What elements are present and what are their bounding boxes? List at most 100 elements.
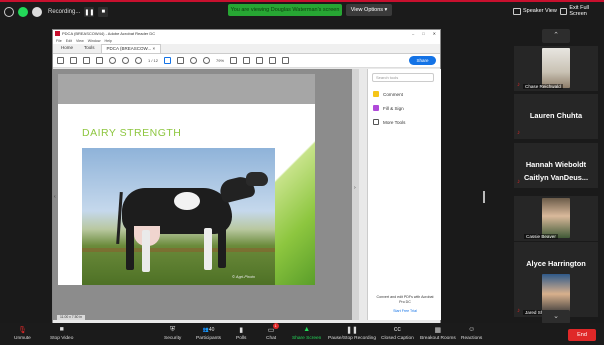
pause-recording-button[interactable]: ❚❚ bbox=[84, 7, 94, 17]
closed-caption-button[interactable]: cc Closed Caption bbox=[381, 325, 414, 345]
view-options-button[interactable]: View Options ▾ bbox=[346, 4, 392, 16]
tab-document[interactable]: PDCA (BREASCOW... × bbox=[100, 44, 162, 53]
slide-title: DAIRY STRENGTH bbox=[82, 127, 182, 139]
chat-button[interactable]: ▭ 1 Chat bbox=[266, 323, 279, 345]
participant-tile[interactable]: Lauren Chuhta ♪ bbox=[514, 94, 598, 139]
polls-icon: ▮ bbox=[239, 326, 244, 334]
fit-page-icon[interactable] bbox=[230, 57, 238, 64]
save-icon[interactable] bbox=[57, 57, 64, 64]
share-button[interactable]: Share bbox=[409, 56, 436, 65]
participant-video bbox=[542, 198, 570, 238]
exit-full-screen-button[interactable]: Exit Full Screen bbox=[560, 5, 604, 17]
participants-button[interactable]: 👥 40 Participants bbox=[196, 325, 221, 345]
shield-icon[interactable] bbox=[18, 7, 28, 17]
bookmark-star-icon[interactable] bbox=[70, 57, 77, 64]
participant-tile[interactable]: Cassie Beaver bbox=[514, 196, 598, 241]
menu-view[interactable]: View bbox=[76, 39, 84, 43]
comment-tool-icon bbox=[373, 91, 379, 97]
participant-video bbox=[542, 274, 570, 314]
tab-home[interactable]: Home bbox=[56, 44, 78, 53]
stop-video-button[interactable]: ■ Stop Video bbox=[50, 325, 73, 345]
tool-more-tools[interactable]: More Tools bbox=[373, 118, 405, 126]
page-up-icon[interactable] bbox=[122, 57, 129, 64]
menu-edit[interactable]: Edit bbox=[66, 39, 72, 43]
cow-leg bbox=[142, 230, 150, 272]
comment-icon[interactable] bbox=[256, 57, 264, 64]
tool-fill-sign-label: Fill & Sign bbox=[383, 105, 404, 111]
info-icon[interactable] bbox=[4, 7, 14, 17]
pen-icon[interactable] bbox=[269, 57, 277, 64]
select-cursor-icon[interactable] bbox=[164, 57, 172, 64]
fill-sign-icon bbox=[373, 105, 379, 111]
close-button[interactable]: ✕ bbox=[433, 30, 436, 38]
search-icon[interactable] bbox=[109, 57, 116, 64]
gallery-resize-handle[interactable] bbox=[483, 191, 485, 203]
email-icon[interactable] bbox=[96, 57, 103, 64]
document-area[interactable]: ‹ DAIRY STRENGTH © Agri-Photo 11.00 x 7.… bbox=[53, 69, 359, 320]
tab-tools[interactable]: Tools bbox=[79, 44, 100, 53]
document-scrollbar[interactable] bbox=[352, 69, 359, 320]
search-tools-input[interactable]: Search tools bbox=[372, 73, 434, 82]
pause-stop-recording-button[interactable]: ❚❚ Pause/Stop Recording bbox=[328, 325, 376, 345]
tool-more-tools-label: More Tools bbox=[383, 119, 406, 125]
cow-leg bbox=[218, 226, 226, 268]
acrobat-window: PDCA (BREASCOW44) - Adobe Acrobat Reader… bbox=[52, 29, 441, 329]
chat-label: Chat bbox=[266, 336, 277, 341]
participants-label: Participants bbox=[196, 336, 222, 341]
exit-full-screen-icon bbox=[560, 7, 568, 15]
scroll-mode-icon[interactable] bbox=[243, 57, 251, 64]
breakout-rooms-button[interactable]: ▦ Breakout Rooms bbox=[420, 325, 456, 345]
security-button[interactable]: ⛨ Security bbox=[164, 325, 181, 345]
cow-photo: © Agri-Photo bbox=[82, 148, 275, 285]
recording-icon bbox=[32, 7, 42, 17]
gallery-up-button[interactable]: ⌃ bbox=[542, 29, 570, 43]
right-panel-arrow-icon[interactable]: › bbox=[354, 185, 356, 191]
muted-icon: ♪ bbox=[517, 130, 520, 136]
share-screen-button[interactable]: ▲ Share Screen bbox=[292, 325, 321, 345]
reactions-button[interactable]: ☺ Reactions bbox=[461, 325, 482, 345]
menu-file[interactable]: File bbox=[56, 39, 62, 43]
menu-help[interactable]: Help bbox=[105, 39, 112, 43]
start-free-trial-link[interactable]: Start Free Trial bbox=[374, 309, 436, 314]
participant-name: Alyce Harrington bbox=[526, 259, 586, 268]
participant-tile[interactable]: ♪ Chase Reichwald bbox=[514, 46, 598, 91]
acrobat-title: PDCA (BREASCOW44) - Adobe Acrobat Reader… bbox=[62, 31, 156, 36]
end-meeting-button[interactable]: End bbox=[568, 329, 596, 341]
page-down-icon[interactable] bbox=[135, 57, 142, 64]
page-indicator[interactable]: 1 / 12 bbox=[148, 58, 158, 63]
hand-icon[interactable] bbox=[177, 57, 185, 64]
speaker-view-button[interactable]: Speaker View bbox=[513, 5, 557, 17]
participant-name: Chase Reichwald bbox=[523, 84, 563, 89]
print-icon[interactable] bbox=[83, 57, 90, 64]
more-tools-icon bbox=[373, 119, 379, 125]
participants-count: 40 bbox=[208, 326, 215, 333]
zoom-meeting-window: Recording... ❚❚ ■ You are viewing Dougla… bbox=[0, 0, 604, 345]
unmute-button[interactable]: 🎙 Unmute bbox=[14, 325, 31, 345]
participants-icon: 👥 40 bbox=[202, 326, 215, 333]
menu-window[interactable]: Window bbox=[88, 39, 101, 43]
gallery-down-button[interactable]: ⌄ bbox=[542, 310, 570, 324]
left-panel-arrow-icon[interactable]: ‹ bbox=[54, 194, 57, 200]
page-size-indicator: 11.00 x 7.50 in bbox=[57, 315, 85, 320]
tool-fill-sign[interactable]: Fill & Sign bbox=[373, 104, 404, 112]
participant-name: Lauren Chuhta bbox=[529, 111, 583, 120]
zoom-out-icon[interactable] bbox=[190, 57, 198, 64]
unmute-label: Unmute bbox=[14, 336, 31, 341]
maximize-button[interactable]: □ bbox=[422, 30, 424, 38]
chat-icon: ▭ 1 bbox=[267, 323, 279, 334]
acrobat-tabs: Home Tools PDCA (BREASCOW... × bbox=[53, 44, 440, 54]
participant-gallery: ⌃ ♪ Chase Reichwald Lauren Chuhta ♪ Hann… bbox=[508, 20, 604, 324]
sign-icon[interactable] bbox=[282, 57, 290, 64]
minimize-button[interactable]: – bbox=[412, 30, 414, 38]
zoom-level[interactable]: 79% bbox=[216, 58, 224, 63]
zoom-in-icon[interactable] bbox=[203, 57, 211, 64]
polls-button[interactable]: ▮ Polls bbox=[236, 325, 246, 345]
chat-badge: 1 bbox=[272, 323, 279, 329]
share-screen-icon: ▲ bbox=[303, 326, 311, 333]
meeting-top-bar: Recording... ❚❚ ■ You are viewing Dougla… bbox=[0, 0, 604, 20]
exit-full-screen-label: Exit Full Screen bbox=[569, 5, 589, 17]
tool-comment[interactable]: Comment bbox=[373, 90, 403, 98]
cow-white-patch bbox=[174, 192, 200, 210]
meeting-controls-bar: 🎙 Unmute ■ Stop Video ⛨ Security 👥 40 Par… bbox=[0, 323, 604, 345]
stop-recording-button[interactable]: ■ bbox=[98, 7, 109, 17]
